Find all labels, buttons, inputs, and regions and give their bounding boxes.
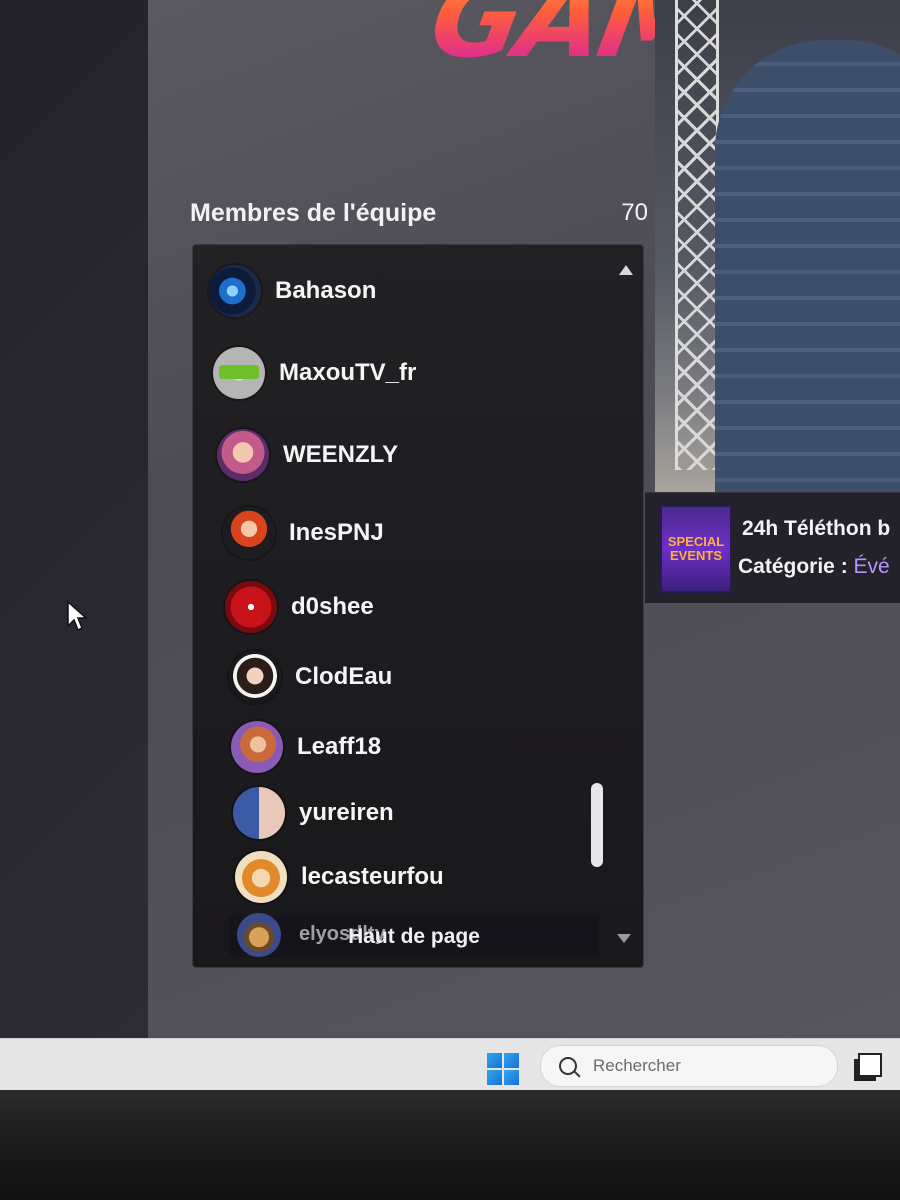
taskbar-search-input[interactable]: Rechercher (540, 1045, 838, 1087)
avatar (217, 429, 269, 481)
stream-info-card[interactable]: SPECIAL EVENTS 24h Téléthon b Catégorie … (645, 492, 900, 603)
avatar (237, 913, 281, 957)
triangle-up-icon[interactable] (619, 265, 633, 275)
monitor-bezel (0, 1090, 900, 1200)
category-label: Catégorie : (738, 555, 848, 578)
member-item[interactable]: ClodEau (229, 647, 392, 707)
member-item[interactable]: d0shee (225, 577, 374, 637)
avatar (231, 721, 283, 773)
stage-truss (675, 0, 719, 470)
windows-taskbar: Rechercher (0, 1038, 900, 1097)
member-item[interactable]: MaxouTV_fr (213, 343, 416, 403)
member-name: d0shee (291, 593, 374, 620)
member-name: MaxouTV_fr (279, 359, 417, 386)
search-icon (559, 1057, 577, 1075)
stream-title[interactable]: 24h Téléthon b (742, 517, 890, 541)
triangle-down-icon[interactable] (617, 934, 631, 943)
back-to-top-label: Haut de page (348, 925, 480, 948)
search-placeholder: Rechercher (593, 1056, 681, 1075)
member-name: ClodEau (295, 663, 393, 690)
member-item[interactable]: lecasteurfou (235, 847, 444, 907)
category-link[interactable]: Évé (854, 555, 890, 578)
avatar (225, 581, 277, 633)
team-members-panel[interactable]: Bahason MaxouTV_fr WEENZLY InesPNJ d0she… (192, 244, 644, 968)
member-list[interactable]: Bahason MaxouTV_fr WEENZLY InesPNJ d0she… (193, 245, 593, 919)
monitor-screen: GAMIN SPECIAL EVENTS 24h Téléthon b Caté… (0, 0, 900, 1097)
member-item[interactable]: Leaff18 (231, 717, 381, 777)
avatar (233, 787, 285, 839)
member-item[interactable]: Bahason (209, 261, 376, 321)
avatar (229, 651, 281, 703)
windows-start-icon[interactable] (487, 1053, 519, 1085)
member-name: InesPNJ (289, 519, 384, 546)
back-to-top-button[interactable]: elyosdlty Haut de page (229, 913, 599, 957)
team-members-title: Membres de l'équipe (190, 198, 437, 227)
member-name: Leaff18 (297, 733, 382, 760)
streamer-figure (715, 40, 900, 492)
member-name: WEENZLY (283, 441, 399, 468)
member-item[interactable]: yureiren (233, 783, 394, 843)
member-name: yureiren (299, 799, 394, 826)
special-events-thumbnail[interactable]: SPECIAL EVENTS (660, 505, 732, 593)
scrollbar-thumb[interactable] (591, 783, 603, 867)
team-members-count: 70 (621, 199, 648, 226)
stream-category: Catégorie : Évé (738, 555, 890, 579)
member-item[interactable]: InesPNJ (223, 503, 384, 563)
team-members-header: Membres de l'équipe 70 (190, 190, 650, 236)
member-item[interactable]: WEENZLY (217, 425, 398, 485)
task-view-icon[interactable] (858, 1053, 882, 1077)
stream-video-preview[interactable] (655, 0, 900, 492)
member-name: lecasteurfou (301, 863, 444, 890)
avatar (235, 851, 287, 903)
avatar (213, 347, 265, 399)
avatar (223, 507, 275, 559)
avatar (209, 265, 261, 317)
member-name: Bahason (275, 277, 377, 304)
